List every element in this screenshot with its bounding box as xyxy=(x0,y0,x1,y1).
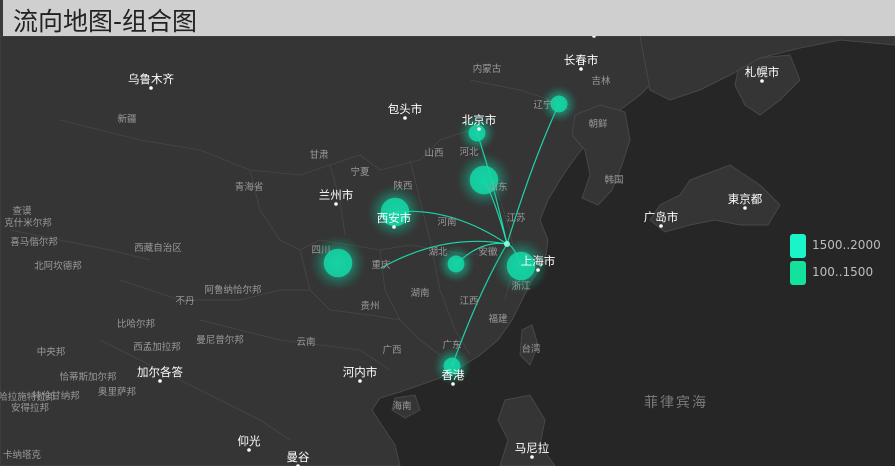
place-label-18: 内蒙古 xyxy=(473,63,502,75)
city-dot xyxy=(158,379,162,383)
city-dot xyxy=(760,79,764,83)
flow-map: 哈尔滨市长春市札幌市乌鲁木齐包头市北京市兰州市西安市广岛市東京都上海市河内市香港… xyxy=(0,0,895,466)
place-label-25: 山西 xyxy=(424,148,443,159)
city-dot xyxy=(247,448,251,452)
place-label-33: 查谟 xyxy=(12,205,32,217)
city-dot xyxy=(334,202,338,206)
place-label-6: 兰州市 xyxy=(319,188,354,202)
place-label-61: 马哈拉施特拉邦 xyxy=(0,391,56,403)
bubble-2[interactable] xyxy=(456,152,512,208)
place-label-10: 上海市 xyxy=(521,254,556,268)
page-title: 流向地图-组合图 xyxy=(13,7,198,36)
place-label-54: 广西 xyxy=(382,344,401,356)
place-label-32: 江苏 xyxy=(506,212,526,224)
place-label-30: 陕西 xyxy=(393,180,412,192)
place-label-50: 比哈尔邦 xyxy=(117,318,156,330)
place-label-64: 卡纳塔克 xyxy=(3,449,42,461)
place-label-22: 新疆 xyxy=(117,113,137,125)
place-label-53: 云南 xyxy=(296,336,315,348)
city-dot xyxy=(392,225,396,229)
place-label-11: 河内市 xyxy=(343,365,378,379)
legend-label: 1500..2000 xyxy=(812,238,881,252)
map-canvas[interactable]: 哈尔滨市长春市札幌市乌鲁木齐包头市北京市兰州市西安市广岛市東京都上海市河内市香港… xyxy=(0,0,895,466)
place-label-46: 湖南 xyxy=(410,287,429,299)
place-label-43: 不丹 xyxy=(175,296,194,307)
place-label-58: 奥里萨邦 xyxy=(98,386,137,398)
place-label-52: 曼尼普尔邦 xyxy=(196,334,244,346)
city-dot xyxy=(358,379,362,383)
place-label-15: 曼谷 xyxy=(287,450,310,464)
place-label-20: 辽宁 xyxy=(533,99,552,111)
place-label-59: 安得拉邦 xyxy=(11,402,50,414)
place-label-63: 菲律宾海 xyxy=(644,395,708,411)
place-label-29: 青海省 xyxy=(235,181,264,193)
place-label-47: 江西 xyxy=(459,296,478,307)
city-dot xyxy=(149,86,153,90)
place-label-38: 四川 xyxy=(311,245,330,256)
city-dot xyxy=(579,67,583,71)
city-dot xyxy=(659,224,663,228)
city-dot xyxy=(451,382,455,386)
city-dot xyxy=(530,455,534,459)
place-label-16: 马尼拉 xyxy=(515,441,550,455)
place-label-28: 韩国 xyxy=(604,174,623,186)
place-label-44: 阿鲁纳恰尔邦 xyxy=(204,284,262,296)
place-label-24: 宁夏 xyxy=(350,166,370,178)
legend-label: 100..1500 xyxy=(812,265,874,279)
place-label-8: 广岛市 xyxy=(644,210,679,224)
place-label-39: 重庆 xyxy=(371,259,391,271)
legend-swatch xyxy=(790,234,806,258)
place-label-26: 河北 xyxy=(459,146,479,158)
place-label-4: 包头市 xyxy=(388,102,423,116)
place-label-51: 西孟加拉邦 xyxy=(133,341,181,353)
place-label-45: 贵州 xyxy=(360,300,379,312)
place-label-1: 长春市 xyxy=(564,53,599,67)
bubble-1[interactable] xyxy=(310,235,366,291)
place-label-21: 朝鲜 xyxy=(588,118,608,130)
bubble-core xyxy=(468,124,486,142)
place-label-35: 喜马偕尔邦 xyxy=(10,236,58,248)
city-dot xyxy=(403,116,407,120)
place-label-37: 北阿坎德邦 xyxy=(34,260,82,272)
place-label-3: 乌鲁木齐 xyxy=(128,72,174,86)
city-dot xyxy=(477,127,481,131)
place-label-2: 札幌市 xyxy=(745,65,780,79)
place-label-36: 西藏自治区 xyxy=(134,242,182,254)
place-label-19: 吉林 xyxy=(591,75,611,87)
place-label-12: 香港 xyxy=(442,368,465,382)
city-dot xyxy=(743,206,747,210)
place-label-62: 海南 xyxy=(392,400,411,412)
bubble-core xyxy=(447,255,465,273)
place-label-27: 山东 xyxy=(488,181,507,193)
place-label-7: 西安市 xyxy=(377,211,412,225)
place-label-34: 克什米尔邦 xyxy=(4,217,52,229)
place-label-42: 浙江 xyxy=(511,280,531,292)
place-label-55: 广东 xyxy=(442,339,461,351)
place-label-5: 北京市 xyxy=(462,113,497,127)
place-label-41: 安徽 xyxy=(478,246,498,258)
title-bar: 流向地图-组合图 xyxy=(0,0,895,36)
bubble-core xyxy=(550,95,568,113)
place-label-57: 恰蒂斯加尔邦 xyxy=(59,371,117,383)
place-label-40: 湖北 xyxy=(428,247,448,258)
place-label-9: 東京都 xyxy=(728,192,763,206)
place-label-49: 台湾 xyxy=(521,343,541,355)
place-label-14: 仰光 xyxy=(238,434,261,448)
place-label-23: 甘肃 xyxy=(309,149,328,161)
place-label-48: 福建 xyxy=(488,313,508,325)
place-label-56: 中央邦 xyxy=(37,346,66,358)
city-dot xyxy=(536,268,540,272)
place-label-31: 河南 xyxy=(437,216,456,228)
place-label-13: 加尔各答 xyxy=(137,365,183,379)
legend-swatch xyxy=(790,261,806,285)
